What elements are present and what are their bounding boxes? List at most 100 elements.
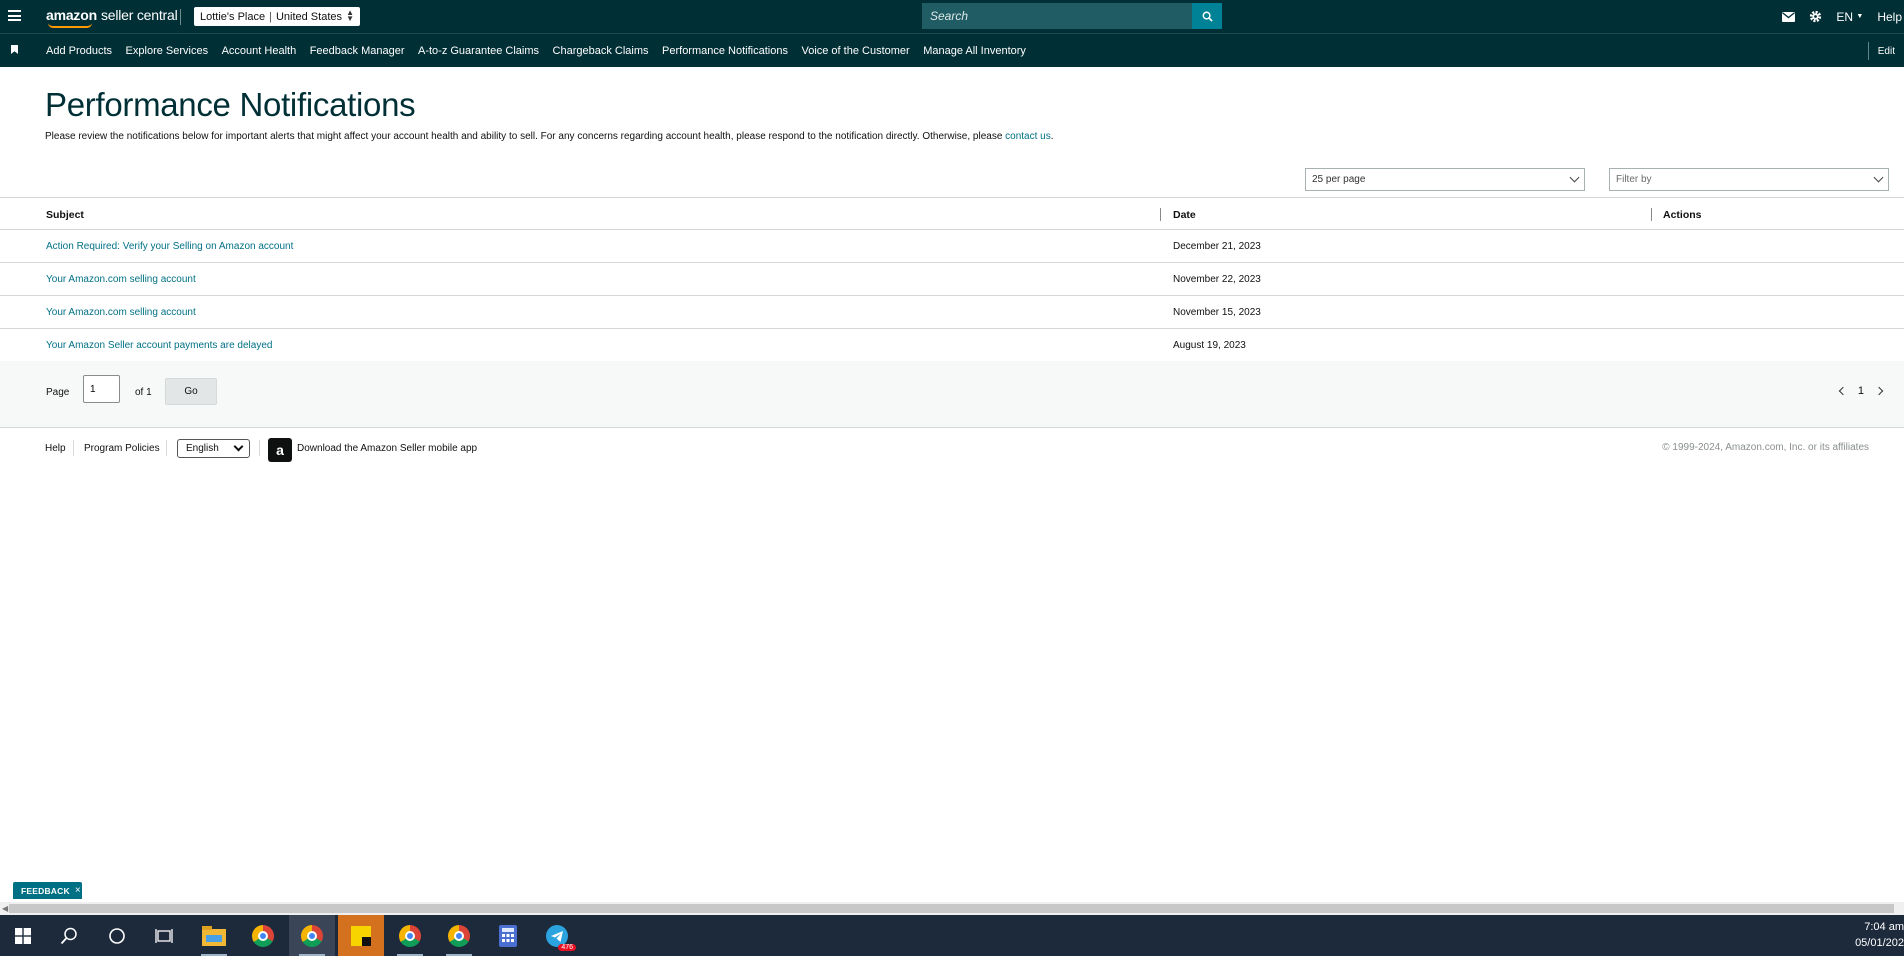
footer-help-link[interactable]: Help bbox=[45, 443, 66, 454]
task-view-icon[interactable] bbox=[142, 915, 188, 956]
file-explorer-icon[interactable] bbox=[191, 915, 237, 956]
header-subject[interactable]: Subject bbox=[46, 209, 84, 221]
feedback-label: FEEDBACK bbox=[21, 885, 70, 896]
notification-date: November 15, 2023 bbox=[1173, 307, 1261, 318]
copyright-text: © 1999-2024, Amazon.com, Inc. or its aff… bbox=[1662, 442, 1869, 453]
footer-divider bbox=[166, 440, 167, 456]
column-separator[interactable] bbox=[1651, 208, 1652, 221]
column-separator[interactable] bbox=[1160, 208, 1161, 221]
notifications-table: Subject Date Actions Action Required: Ve… bbox=[0, 197, 1904, 362]
chrome-icon[interactable] bbox=[240, 915, 286, 956]
feedback-tab[interactable]: FEEDBACK × bbox=[13, 882, 82, 899]
chevron-right-icon[interactable] bbox=[1874, 386, 1884, 396]
close-icon[interactable]: × bbox=[75, 885, 81, 896]
chrome-profile-icon[interactable] bbox=[289, 915, 335, 956]
footer: Help Program Policies English a Download… bbox=[0, 430, 1904, 466]
nav-performance-notifications[interactable]: Performance Notifications bbox=[662, 45, 788, 57]
notification-date: December 21, 2023 bbox=[1173, 241, 1261, 252]
nav-explore-services[interactable]: Explore Services bbox=[126, 45, 209, 57]
nav-voice-of-customer[interactable]: Voice of the Customer bbox=[801, 45, 909, 57]
description-text: Please review the notifications below fo… bbox=[45, 131, 1006, 142]
nav-items: Add Products Explore Services Account He… bbox=[46, 34, 1039, 68]
windows-taskbar: 476 7:04 am 05/01/202 bbox=[0, 915, 1904, 956]
notification-subject-link[interactable]: Your Amazon Seller account payments are … bbox=[46, 340, 272, 351]
current-page[interactable]: 1 bbox=[1858, 385, 1864, 397]
calculator-icon[interactable] bbox=[485, 915, 531, 956]
per-page-select[interactable]: 25 per page bbox=[1305, 168, 1585, 191]
telegram-icon[interactable]: 476 bbox=[534, 915, 580, 956]
footer-language-value: English bbox=[186, 443, 219, 454]
filter-placeholder: Filter by bbox=[1616, 174, 1652, 185]
cortana-icon[interactable] bbox=[94, 915, 140, 956]
account-region: United States bbox=[275, 10, 342, 23]
table-header: Subject Date Actions bbox=[0, 197, 1904, 230]
edit-nav-button[interactable]: Edit bbox=[1867, 42, 1904, 60]
filter-by-select[interactable]: Filter by bbox=[1609, 168, 1889, 191]
windows-start-icon[interactable] bbox=[0, 915, 46, 956]
mail-icon[interactable] bbox=[1782, 11, 1796, 22]
nav-account-health[interactable]: Account Health bbox=[222, 45, 297, 57]
chevron-down-icon bbox=[1873, 172, 1884, 183]
notification-subject-link[interactable]: Your Amazon.com selling account bbox=[46, 274, 196, 285]
sticky-notes-icon[interactable] bbox=[338, 915, 384, 956]
nav-manage-inventory[interactable]: Manage All Inventory bbox=[923, 45, 1026, 57]
bookmark-icon[interactable] bbox=[11, 45, 18, 54]
nav-add-products[interactable]: Add Products bbox=[46, 45, 112, 57]
notification-subject-link[interactable]: Action Required: Verify your Selling on … bbox=[46, 241, 293, 252]
page-number-input[interactable] bbox=[83, 375, 120, 403]
search-bar bbox=[922, 3, 1222, 29]
header-actions: Actions bbox=[1663, 209, 1702, 221]
language-selector[interactable]: EN ▼ bbox=[1836, 10, 1863, 24]
table-row: Action Required: Verify your Selling on … bbox=[0, 230, 1904, 263]
quick-nav-bar: Add Products Explore Services Account He… bbox=[0, 33, 1904, 67]
clock-date: 05/01/202 bbox=[1855, 937, 1904, 949]
table-row: Your Amazon.com selling account November… bbox=[0, 263, 1904, 296]
chrome-profile-icon[interactable] bbox=[436, 915, 482, 956]
nav-feedback-manager[interactable]: Feedback Manager bbox=[310, 45, 405, 57]
table-row: Your Amazon.com selling account November… bbox=[0, 296, 1904, 329]
updown-arrow-icon: ▲ ▼ bbox=[346, 8, 354, 23]
chevron-down-icon bbox=[1569, 172, 1580, 183]
account-name: Lottie's Place bbox=[200, 10, 266, 23]
chevron-down-icon bbox=[233, 441, 244, 452]
header-divider bbox=[180, 9, 181, 25]
amazon-seller-central-logo[interactable]: amazon seller central bbox=[46, 7, 178, 28]
description-end: . bbox=[1050, 131, 1054, 142]
clock-time: 7:04 am bbox=[1864, 921, 1904, 933]
program-policies-link[interactable]: Program Policies bbox=[84, 443, 160, 454]
amazon-seller-app-icon[interactable]: a bbox=[268, 438, 292, 462]
notification-date: August 19, 2023 bbox=[1173, 340, 1246, 351]
scrollbar-thumb[interactable] bbox=[9, 904, 1894, 913]
search-icon[interactable] bbox=[46, 915, 92, 956]
per-page-value: 25 per page bbox=[1312, 174, 1366, 185]
logo-brand: amazon bbox=[46, 7, 97, 23]
chrome-profile-icon[interactable] bbox=[387, 915, 433, 956]
account-separator: | bbox=[269, 10, 272, 23]
contact-us-link[interactable]: contact us bbox=[1005, 131, 1051, 142]
notification-date: November 22, 2023 bbox=[1173, 274, 1261, 285]
logo-product: seller central bbox=[100, 7, 178, 23]
help-link[interactable]: Help bbox=[1877, 10, 1902, 24]
nav-chargeback-claims[interactable]: Chargeback Claims bbox=[553, 45, 649, 57]
page-label: Page bbox=[46, 387, 70, 398]
horizontal-scrollbar[interactable]: ◀ bbox=[0, 902, 1904, 915]
download-app-link[interactable]: Download the Amazon Seller mobile app bbox=[297, 443, 477, 454]
page-description: Please review the notifications below fo… bbox=[45, 131, 1054, 142]
language-code: EN bbox=[1836, 9, 1854, 24]
search-input[interactable] bbox=[922, 3, 1193, 29]
hamburger-menu-icon[interactable] bbox=[8, 10, 21, 21]
scroll-left-icon[interactable]: ◀ bbox=[2, 904, 8, 913]
system-clock[interactable]: 7:04 am 05/01/202 bbox=[1844, 919, 1904, 951]
footer-language-select[interactable]: English bbox=[177, 439, 250, 458]
header-date[interactable]: Date bbox=[1173, 209, 1196, 221]
nav-a-to-z-claims[interactable]: A-to-z Guarantee Claims bbox=[418, 45, 539, 57]
search-button[interactable] bbox=[1192, 3, 1222, 29]
account-switcher[interactable]: Lottie's Place | United States ▲ ▼ bbox=[194, 7, 360, 26]
notification-subject-link[interactable]: Your Amazon.com selling account bbox=[46, 307, 196, 318]
top-header: amazon seller central Lottie's Place | Un… bbox=[0, 0, 1904, 33]
gear-icon[interactable] bbox=[1809, 10, 1822, 23]
chevron-left-icon[interactable] bbox=[1838, 386, 1848, 396]
search-icon bbox=[1202, 11, 1213, 22]
page-of-label: of 1 bbox=[135, 387, 152, 398]
go-button[interactable]: Go bbox=[165, 378, 217, 405]
